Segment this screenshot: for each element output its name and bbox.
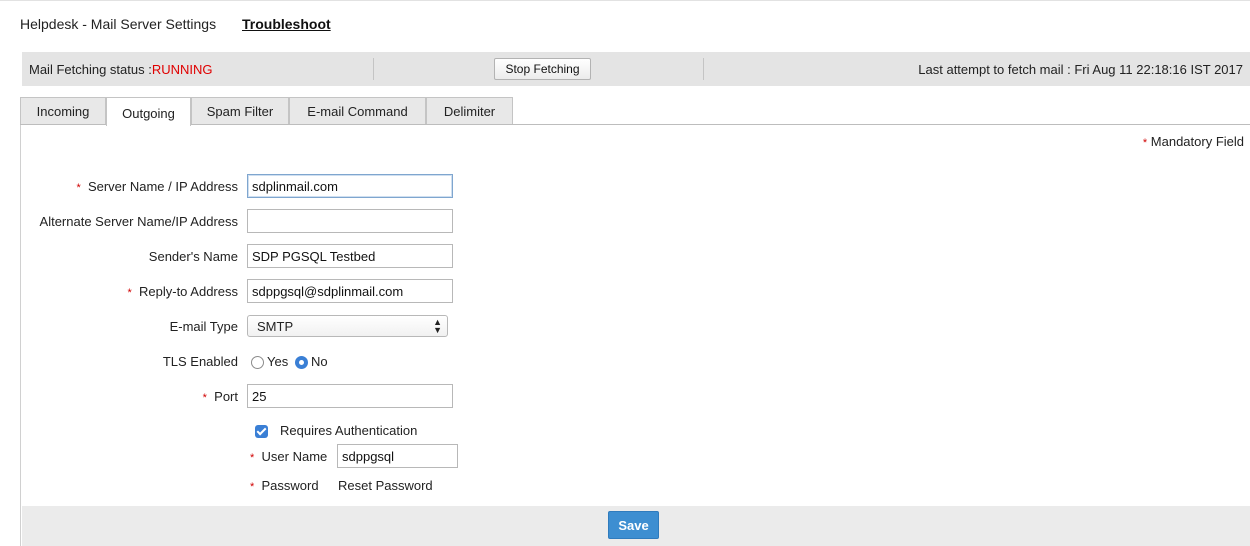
reply-to-input[interactable]: [247, 279, 453, 303]
save-button[interactable]: Save: [608, 511, 659, 539]
fetch-status-label: Mail Fetching status :: [29, 62, 152, 77]
alt-server-input[interactable]: [247, 209, 453, 233]
fetch-status: Mail Fetching status :RUNNING: [29, 62, 213, 77]
tab-email-command[interactable]: E-mail Command: [289, 97, 426, 124]
troubleshoot-link[interactable]: Troubleshoot: [242, 16, 331, 32]
requires-auth-checkbox[interactable]: [255, 425, 268, 438]
tab-delimiter[interactable]: Delimiter: [426, 97, 513, 124]
fetch-status-value: RUNNING: [151, 62, 213, 77]
email-type-select[interactable]: SMTP ▲ ▼: [247, 315, 448, 337]
last-attempt-text: Last attempt to fetch mail : Fri Aug 11 …: [918, 62, 1243, 77]
select-updown-icon: ▲ ▼: [433, 317, 442, 335]
reply-to-label: * Reply-to Address: [8, 284, 238, 299]
password-label: * Password: [250, 478, 319, 493]
reset-password-link[interactable]: Reset Password: [338, 478, 433, 493]
email-type-value: SMTP: [257, 319, 294, 334]
password-label-text: Password: [261, 478, 319, 493]
server-name-label: * Server Name / IP Address: [8, 179, 238, 194]
server-name-label-text: Server Name / IP Address: [87, 179, 238, 194]
port-label-text: Port: [214, 389, 238, 404]
tls-yes-label: Yes: [267, 354, 289, 369]
tls-no-label: No: [311, 354, 328, 369]
status-separator: [373, 58, 374, 80]
email-type-label: E-mail Type: [169, 319, 238, 334]
mandatory-note-label: Mandatory Field: [1150, 134, 1244, 149]
user-name-label: * User Name: [250, 449, 327, 464]
required-star: *: [127, 287, 132, 299]
stop-fetching-button[interactable]: Stop Fetching: [494, 58, 591, 80]
tls-label: TLS Enabled: [162, 354, 238, 369]
sender-name-label: Sender's Name: [148, 249, 238, 264]
port-input[interactable]: [247, 384, 453, 408]
alt-server-label: Alternate Server Name/IP Address: [39, 214, 238, 229]
mandatory-note: * Mandatory Field: [1143, 134, 1244, 149]
required-star: *: [1142, 137, 1148, 149]
tab-outgoing[interactable]: Outgoing: [106, 97, 191, 126]
top-divider: [0, 0, 1250, 1]
port-label: * Port: [8, 389, 238, 404]
tls-no-radio[interactable]: [295, 356, 308, 369]
status-separator: [703, 58, 704, 80]
server-name-input[interactable]: [247, 174, 453, 198]
tab-incoming[interactable]: Incoming: [20, 97, 106, 124]
required-star: *: [250, 481, 255, 493]
required-star: *: [250, 452, 255, 464]
required-star: *: [202, 392, 207, 404]
tls-yes-radio[interactable]: [251, 356, 264, 369]
reply-to-label-text: Reply-to Address: [139, 284, 238, 299]
tabs-baseline: [20, 124, 1250, 125]
sender-name-input[interactable]: [247, 244, 453, 268]
user-name-input[interactable]: [337, 444, 458, 468]
user-name-label-text: User Name: [261, 449, 328, 464]
tab-spam-filter[interactable]: Spam Filter: [191, 97, 289, 124]
requires-auth-label: Requires Authentication: [280, 423, 418, 438]
required-star: *: [76, 182, 81, 194]
page-title: Helpdesk - Mail Server Settings: [20, 16, 217, 32]
